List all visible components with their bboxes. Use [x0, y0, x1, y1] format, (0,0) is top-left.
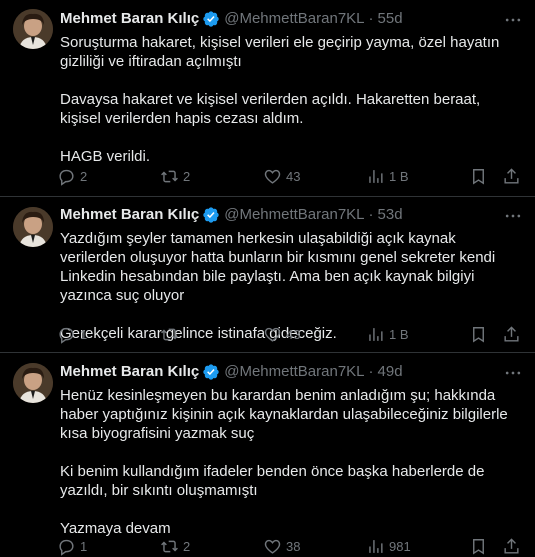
reply-button[interactable]: 2 [57, 167, 160, 186]
reply-icon [59, 539, 74, 556]
like-icon [264, 327, 281, 342]
tweet-actions: 2 2 43 1 B [57, 166, 521, 186]
like-count: 38 [286, 538, 301, 554]
view-count: 1 B [389, 326, 409, 342]
like-button[interactable]: 43 [263, 167, 366, 186]
author-handle[interactable]: @MehmettBaran7KL [224, 9, 364, 29]
verified-badge-icon [203, 11, 219, 27]
views-button[interactable]: 1 B [366, 167, 469, 186]
tweet-header: Mehmet Baran Kılıç @MehmettBaran7KL · 55… [60, 9, 523, 29]
retweet-count: 2 [183, 168, 191, 184]
separator-dot: · [368, 363, 374, 380]
views-icon [369, 169, 383, 183]
verified-badge-icon [203, 364, 219, 380]
bookmark-icon[interactable] [469, 325, 488, 344]
avatar-image [13, 9, 53, 49]
avatar-image [13, 363, 53, 403]
views-button[interactable]: 981 [366, 537, 469, 556]
like-button[interactable]: 43 [263, 325, 366, 344]
verified-badge-icon [203, 207, 219, 223]
views-icon [369, 327, 383, 341]
end-actions [469, 167, 521, 186]
author-name[interactable]: Mehmet Baran Kılıç [60, 9, 199, 29]
like-icon [264, 539, 281, 554]
author-name[interactable]: Mehmet Baran Kılıç [60, 205, 199, 225]
like-button[interactable]: 38 [263, 537, 366, 556]
timestamp[interactable]: 55d [378, 9, 403, 29]
reply-icon [59, 327, 74, 344]
more-icon[interactable] [503, 10, 523, 30]
tweet-header: Mehmet Baran Kılıç @MehmettBaran7KL · 53… [60, 205, 523, 225]
retweet-icon [161, 170, 178, 182]
avatar[interactable] [13, 363, 53, 403]
share-icon[interactable] [502, 537, 521, 556]
tweet-1[interactable]: Mehmet Baran Kılıç @MehmettBaran7KL · 55… [0, 0, 535, 197]
view-count: 981 [389, 538, 411, 554]
views-icon [369, 539, 383, 553]
like-count: 43 [286, 326, 301, 342]
author-handle[interactable]: @MehmettBaran7KL [224, 362, 364, 382]
more-icon[interactable] [503, 363, 523, 383]
like-count: 43 [286, 168, 301, 184]
timestamp[interactable]: 53d [378, 205, 403, 225]
separator-dot: · [368, 206, 374, 223]
author-handle[interactable]: @MehmettBaran7KL [224, 205, 364, 225]
retweet-button[interactable] [160, 325, 263, 344]
bookmark-icon[interactable] [469, 167, 488, 186]
reply-button[interactable]: 1 [57, 537, 160, 556]
separator-dot: · [368, 10, 374, 27]
tweet-header: Mehmet Baran Kılıç @MehmettBaran7KL · 49… [60, 362, 523, 382]
avatar[interactable] [13, 207, 53, 247]
tweet-text: Henüz kesinleşmeyen bu karardan benim an… [60, 387, 508, 537]
reply-icon [59, 169, 74, 186]
reply-count: 2 [80, 168, 88, 184]
author-name[interactable]: Mehmet Baran Kılıç [60, 362, 199, 382]
end-actions [469, 325, 521, 344]
tweet-text: Soruşturma hakaret, kişisel verileri ele… [60, 34, 500, 165]
avatar[interactable] [13, 9, 53, 49]
reply-button[interactable]: 1 [57, 325, 160, 344]
retweet-icon [161, 328, 178, 340]
share-icon[interactable] [502, 167, 521, 186]
retweet-button[interactable]: 2 [160, 537, 263, 556]
reply-count: 1 [80, 326, 88, 342]
tweet-actions: 1 43 1 B [57, 324, 521, 344]
view-count: 1 B [389, 168, 409, 184]
reply-count: 1 [80, 538, 88, 554]
bookmark-icon[interactable] [469, 537, 488, 556]
end-actions [469, 537, 521, 556]
retweet-button[interactable]: 2 [160, 167, 263, 186]
share-icon[interactable] [502, 325, 521, 344]
retweet-icon [161, 540, 178, 552]
views-button[interactable]: 1 B [366, 325, 469, 344]
more-icon[interactable] [503, 206, 523, 226]
retweet-count: 2 [183, 538, 191, 554]
like-icon [264, 169, 281, 184]
tweet-3[interactable]: Mehmet Baran Kılıç @MehmettBaran7KL · 49… [0, 353, 535, 557]
tweet-2[interactable]: Mehmet Baran Kılıç @MehmettBaran7KL · 53… [0, 197, 535, 353]
timestamp[interactable]: 49d [378, 362, 403, 382]
tweet-actions: 1 2 38 981 [57, 536, 521, 556]
avatar-image [13, 207, 53, 247]
